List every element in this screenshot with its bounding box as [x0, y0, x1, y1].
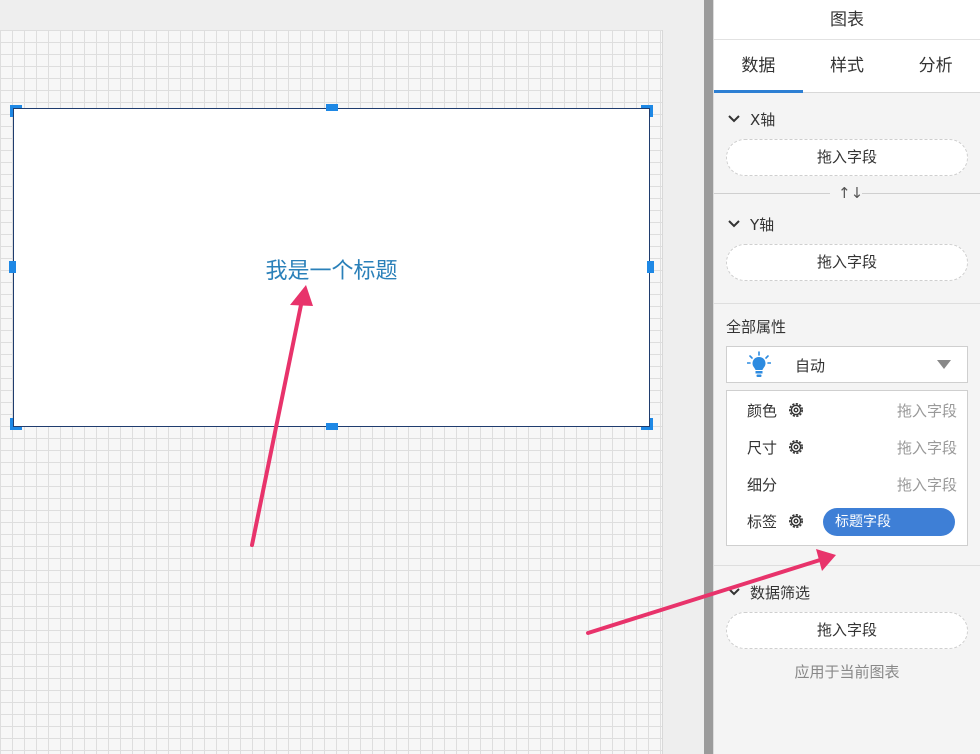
tab-data[interactable]: 数据: [714, 40, 803, 93]
resize-handle-right[interactable]: [647, 261, 654, 273]
x-axis-drop-zone[interactable]: 拖入字段: [726, 139, 968, 176]
data-filter-header[interactable]: 数据筛选: [714, 572, 980, 612]
attribute-mapping-box: 颜色 拖入字段 尺寸 拖入字段 细分 拖入字段 标签 标题字段: [726, 390, 968, 546]
resize-handle-bottom-left[interactable]: [10, 418, 22, 430]
filter-apply-scope: 应用于当前图表: [794, 663, 900, 681]
canvas-top-strip: [0, 0, 704, 30]
attr-size-label: 尺寸: [747, 439, 778, 457]
chart-type-value: 自动: [795, 357, 826, 375]
resize-handle-left[interactable]: [9, 261, 16, 273]
attr-color-drop-zone[interactable]: 拖入字段: [897, 400, 957, 421]
widget-title[interactable]: 我是一个标题: [14, 253, 649, 285]
filter-drop-zone[interactable]: 拖入字段: [726, 612, 968, 649]
all-attributes-title: 全部属性: [726, 318, 787, 336]
gear-icon[interactable]: [787, 401, 805, 419]
chevron-down-icon: [728, 220, 740, 228]
attr-breakdown-drop-zone[interactable]: 拖入字段: [897, 474, 957, 495]
chevron-down-icon: [728, 115, 740, 123]
resize-handle-top-right[interactable]: [641, 105, 653, 117]
attr-size-drop-zone[interactable]: 拖入字段: [897, 437, 957, 458]
gear-icon[interactable]: [787, 512, 805, 530]
chart-config-panel: 图表 数据 样式 分析 X轴 拖入字段 ↑↓ Y轴 拖入字段 全部属性 自动 颜…: [713, 0, 980, 754]
gear-icon[interactable]: [787, 438, 805, 456]
resize-handle-top[interactable]: [326, 104, 338, 111]
chevron-down-icon: [728, 588, 740, 596]
section-divider: [714, 565, 980, 566]
panel-title: 图表: [714, 0, 980, 40]
swap-axes-icon[interactable]: ↑↓: [838, 184, 863, 202]
caret-down-icon: [937, 360, 951, 369]
x-axis-header[interactable]: X轴: [714, 99, 980, 139]
lightbulb-icon: [747, 351, 771, 377]
title-widget[interactable]: 我是一个标题: [13, 108, 650, 427]
swap-divider-left: [714, 193, 830, 194]
canvas-margin: [663, 30, 704, 754]
resize-handle-top-left[interactable]: [10, 105, 22, 117]
panel-splitter[interactable]: [704, 0, 713, 754]
label-field-pill[interactable]: 标题字段: [823, 508, 955, 536]
attr-row-color: 颜色 拖入字段: [727, 392, 967, 429]
resize-handle-bottom[interactable]: [326, 423, 338, 430]
resize-handle-bottom-right[interactable]: [641, 418, 653, 430]
tab-analysis[interactable]: 分析: [891, 40, 980, 92]
swap-divider-right: [862, 193, 980, 194]
y-axis-drop-zone[interactable]: 拖入字段: [726, 244, 968, 281]
tab-style[interactable]: 样式: [803, 40, 892, 92]
data-filter-label: 数据筛选: [750, 583, 811, 602]
attr-color-label: 颜色: [747, 402, 778, 420]
chart-type-select[interactable]: 自动: [726, 346, 968, 383]
attr-row-label: 标签 标题字段: [727, 503, 967, 540]
attr-row-size: 尺寸 拖入字段: [727, 429, 967, 466]
panel-tabs: 数据 样式 分析: [714, 40, 980, 93]
y-axis-label: Y轴: [750, 215, 775, 234]
canvas-area: 我是一个标题: [0, 0, 704, 754]
attr-row-breakdown: 细分 拖入字段: [727, 466, 967, 503]
attr-breakdown-label: 细分: [747, 476, 778, 494]
axis-swap-row: ↑↓: [714, 176, 980, 212]
x-axis-label: X轴: [750, 110, 776, 129]
attr-label-label: 标签: [747, 513, 778, 531]
